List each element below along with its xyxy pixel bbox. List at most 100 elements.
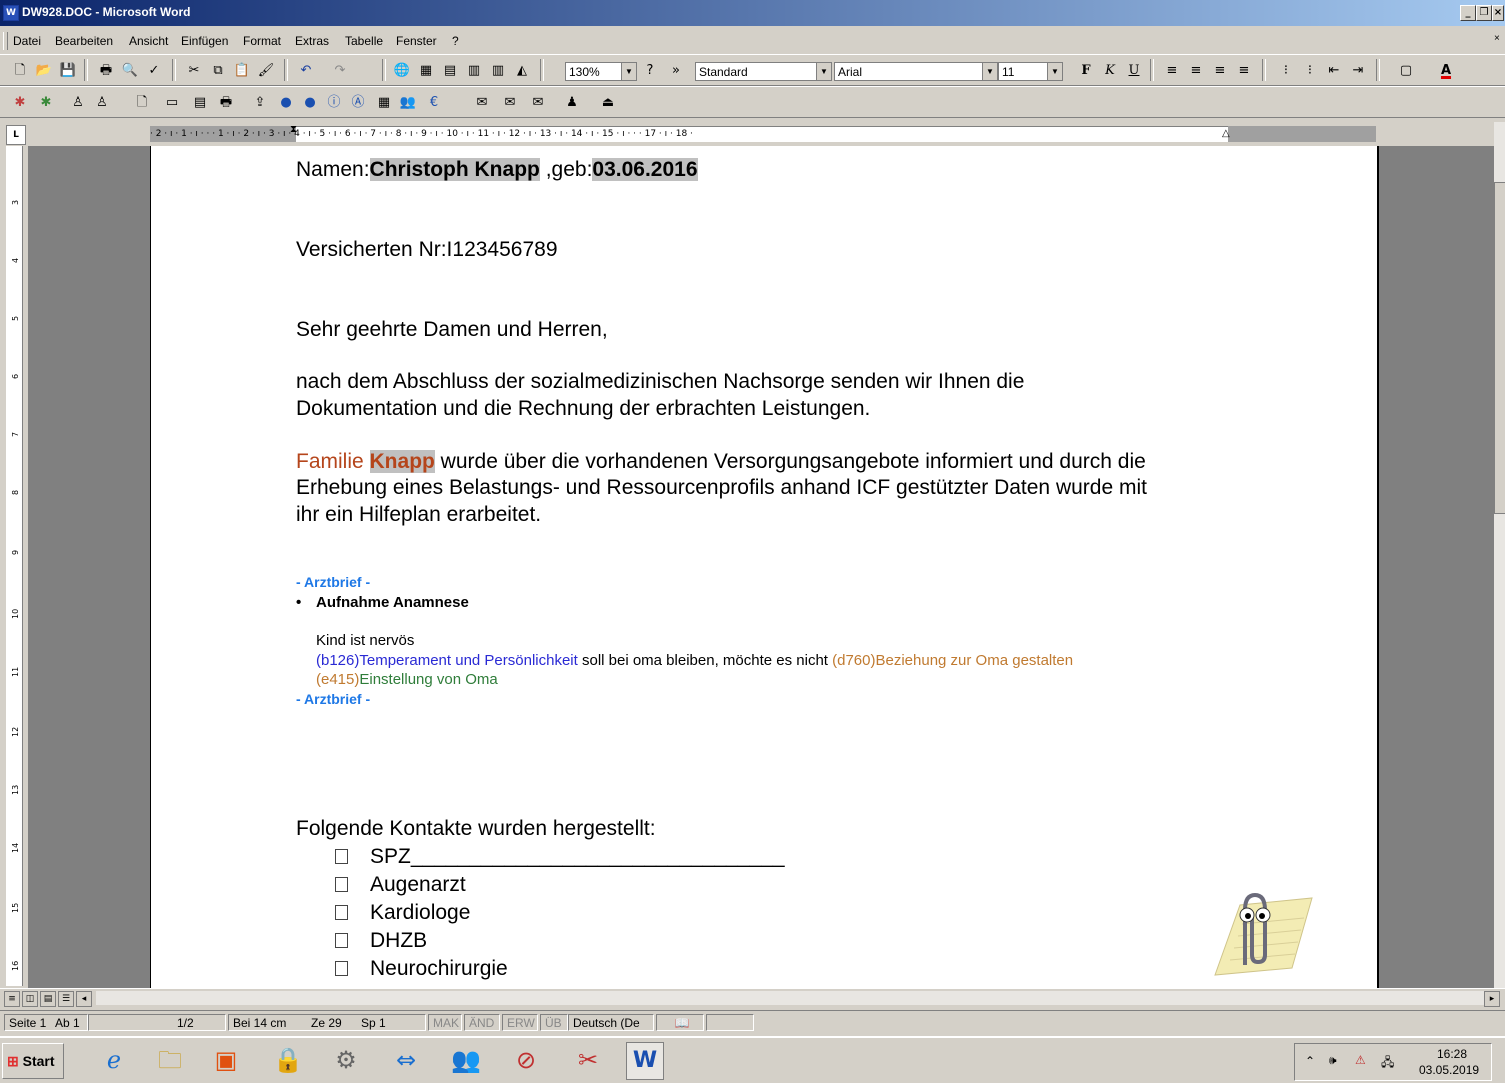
help-icon[interactable]: ?: [640, 61, 660, 81]
tray-expand-icon[interactable]: ⌃: [1305, 1054, 1315, 1068]
checkbox-icon[interactable]: [335, 961, 348, 976]
increase-indent-icon[interactable]: ⇥: [1348, 61, 1368, 81]
justify-icon[interactable]: ≡: [1234, 61, 1254, 81]
menu-fenster[interactable]: Fenster: [396, 34, 437, 48]
print-icon[interactable]: 🖶: [96, 61, 116, 81]
style-select[interactable]: Standard ▼: [695, 62, 832, 81]
new-document-icon[interactable]: 🗋: [10, 61, 30, 81]
save-icon[interactable]: 💾: [58, 61, 78, 81]
font-select[interactable]: Arial ▼: [834, 62, 998, 81]
no-entry-icon[interactable]: ⊘: [508, 1042, 544, 1078]
menu-einfuegen[interactable]: Einfügen: [181, 34, 228, 48]
lock-icon[interactable]: 🔒: [270, 1042, 306, 1078]
folder-icon[interactable]: ▭: [162, 93, 182, 113]
tools-icon[interactable]: ✂: [570, 1042, 606, 1078]
columns-icon[interactable]: ▥: [488, 61, 508, 81]
internet-explorer-icon[interactable]: ℯ: [96, 1042, 132, 1078]
minimize-button[interactable]: _: [1460, 5, 1476, 21]
teamviewer-icon[interactable]: ⇔: [388, 1042, 424, 1078]
open-folder-icon[interactable]: 📂: [34, 61, 54, 81]
menu-format[interactable]: Format: [243, 34, 281, 48]
start-button[interactable]: ⊞ Start: [2, 1043, 64, 1079]
circle-a-icon[interactable]: Ⓐ: [348, 93, 368, 113]
insert-table-icon[interactable]: ▤: [440, 61, 460, 81]
insert-excel-icon[interactable]: ▥: [464, 61, 484, 81]
status-erw[interactable]: ERW: [502, 1014, 538, 1031]
format-painter-icon[interactable]: 🖌: [256, 61, 276, 81]
status-aend[interactable]: ÄND: [464, 1014, 500, 1031]
horizontal-ruler[interactable]: L · 2 · ı · 1 · ı · · · 1 · ı · 2 · ı · …: [0, 122, 1505, 146]
envelope3-icon[interactable]: ✉: [528, 93, 548, 113]
checkbox-icon[interactable]: [335, 905, 348, 920]
chevron-down-icon[interactable]: ▼: [621, 63, 636, 80]
menu-ansicht[interactable]: Ansicht: [129, 34, 168, 48]
form-icon[interactable]: ▤: [190, 93, 210, 113]
vertical-scrollbar[interactable]: [1494, 122, 1505, 988]
zoom-select[interactable]: 130% ▼: [565, 62, 637, 81]
title-bar[interactable]: W DW928.DOC - Microsoft Word _ ❐ ×: [0, 0, 1505, 26]
numbering-icon[interactable]: ⁝: [1276, 61, 1296, 81]
checkbox-icon[interactable]: [335, 877, 348, 892]
status-ueb[interactable]: ÜB: [540, 1014, 568, 1031]
network-icon[interactable]: 🖧: [1381, 1053, 1394, 1074]
drawing-icon[interactable]: ◭: [512, 61, 532, 81]
restore-button[interactable]: ❐: [1476, 5, 1492, 21]
upload-icon[interactable]: ⇪: [250, 93, 270, 113]
macro-icon[interactable]: ✱: [10, 93, 30, 113]
volume-icon[interactable]: 🕪: [1329, 1053, 1337, 1068]
redo-icon[interactable]: ↷: [330, 61, 350, 81]
horizontal-scrollbar[interactable]: ≡ ◫ ▤ ☰ ◂ ▸: [0, 988, 1505, 1009]
indent-marker[interactable]: ⧗: [290, 124, 297, 135]
chevron-down-icon[interactable]: ▼: [1047, 63, 1062, 80]
scroll-right-icon[interactable]: ▸: [1484, 991, 1500, 1007]
macro2-icon[interactable]: ✱: [36, 93, 56, 113]
close-button[interactable]: ×: [1492, 5, 1504, 21]
copy-icon[interactable]: ⧉: [208, 61, 228, 81]
people-group-icon[interactable]: 👥: [448, 1042, 484, 1078]
chevron-down-icon[interactable]: ▼: [816, 63, 831, 80]
undo-icon[interactable]: ↶: [296, 61, 316, 81]
status-language[interactable]: Deutsch (De: [568, 1014, 654, 1031]
page-icon[interactable]: 🗋: [132, 93, 152, 113]
hyperlink-icon[interactable]: 🌐: [392, 61, 412, 81]
right-indent-marker[interactable]: △: [1222, 128, 1230, 139]
envelope2-icon[interactable]: ✉: [500, 93, 520, 113]
scroll-left-icon[interactable]: ◂: [76, 991, 92, 1007]
spellcheck-book-icon[interactable]: 📖: [656, 1014, 704, 1031]
align-right-icon[interactable]: ≡: [1210, 61, 1230, 81]
menu-grip[interactable]: [3, 32, 8, 50]
clock-time[interactable]: 16:28: [1437, 1047, 1467, 1061]
people-icon[interactable]: 👥: [398, 93, 418, 113]
tab-stop-selector[interactable]: L: [6, 125, 26, 145]
printer-icon[interactable]: 🖶: [216, 93, 236, 113]
word-app-icon[interactable]: W: [3, 5, 19, 21]
font-color-icon[interactable]: A: [1436, 61, 1456, 81]
office-assistant-clippy[interactable]: [1200, 880, 1315, 980]
info-circle-icon[interactable]: ⓘ: [324, 93, 344, 113]
align-center-icon[interactable]: ≡: [1186, 61, 1206, 81]
underline-icon[interactable]: U: [1124, 61, 1144, 81]
align-left-icon[interactable]: ≡: [1162, 61, 1182, 81]
tables-borders-icon[interactable]: ▦: [416, 61, 436, 81]
menu-tabelle[interactable]: Tabelle: [345, 34, 383, 48]
italic-icon[interactable]: K: [1100, 61, 1120, 81]
decrease-indent-icon[interactable]: ⇤: [1324, 61, 1344, 81]
word-taskbar-button[interactable]: W: [626, 1042, 664, 1080]
scroll-thumb[interactable]: [1494, 182, 1505, 514]
print-preview-icon[interactable]: 🔍: [120, 61, 140, 81]
person2-icon[interactable]: ♙: [92, 93, 112, 113]
normal-view-icon[interactable]: ≡: [4, 991, 20, 1007]
scroll-track[interactable]: [96, 991, 1484, 1005]
grid-icon[interactable]: ▦: [374, 93, 394, 113]
network-alert-icon[interactable]: ⚠: [1355, 1053, 1366, 1067]
menu-bearbeiten[interactable]: Bearbeiten: [55, 34, 113, 48]
media-player-icon[interactable]: ▣: [208, 1042, 244, 1078]
explorer-folder-icon[interactable]: 🗀: [152, 1042, 188, 1078]
checkbox-icon[interactable]: [335, 849, 348, 864]
font-size-select[interactable]: 11 ▼: [998, 62, 1063, 81]
checkbox-icon[interactable]: [335, 933, 348, 948]
page-view-icon[interactable]: ▤: [40, 991, 56, 1007]
euro-icon[interactable]: €: [424, 93, 444, 113]
status-mak[interactable]: MAK: [428, 1014, 462, 1031]
menu-help[interactable]: ?: [452, 34, 459, 48]
